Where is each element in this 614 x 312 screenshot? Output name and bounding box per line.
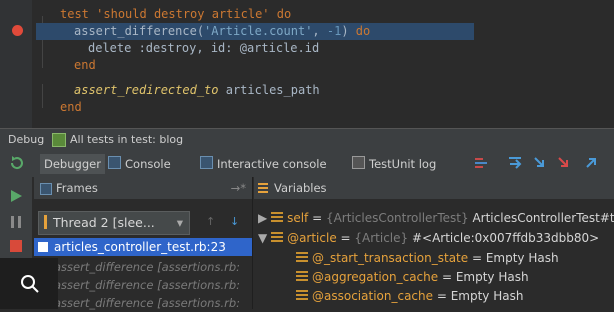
chevron-down-icon[interactable]: ▾ [177, 212, 183, 234]
variables-header: Variables [254, 177, 614, 199]
frame-row[interactable]: assert_difference [assertions.rb: [54, 294, 240, 312]
code-paren: ) [341, 24, 349, 38]
field-icon [296, 252, 308, 263]
run-config-name[interactable]: All tests in test: blog [70, 133, 183, 146]
variable-row-article[interactable]: ▼ @article = {Article} #<Article:0x007ff… [258, 229, 599, 247]
tab-debugger[interactable]: Debugger [40, 154, 105, 174]
show-execution-point-icon[interactable] [474, 156, 488, 170]
field-icon [296, 290, 308, 301]
variable-value: ArticlesControllerTest#te [468, 211, 614, 225]
variable-equals: = [433, 289, 451, 303]
debug-title-bar: Debug All tests in test: blog [0, 128, 614, 151]
tab-testunit-log-label: TestUnit log [369, 157, 437, 171]
variable-type: {ArticlesControllerTest} [325, 211, 469, 225]
code-line-3: delete :destroy, id: @article.id [88, 41, 320, 55]
stop-icon[interactable] [9, 239, 23, 253]
variables-panel: Variables ▶ self = {ArticlesControllerTe… [254, 177, 614, 309]
code-string: 'should destroy article' [96, 7, 270, 21]
variable-value: Empty Hash [450, 289, 524, 303]
variable-name: @_start_transaction_state [312, 251, 469, 265]
variable-row-child[interactable]: @_start_transaction_state = Empty Hash [296, 249, 559, 267]
field-icon [296, 271, 308, 282]
code-arg: articles_path [218, 83, 320, 97]
arrow-up-icon[interactable]: ↑ [206, 215, 215, 228]
code-keyword: do [355, 24, 371, 38]
search-icon [21, 275, 39, 293]
code-line-2-highlighted: assert_difference('Article.count', -1) d… [36, 23, 474, 40]
code-string: 'Article.count' [204, 24, 313, 38]
tab-console[interactable]: Console [104, 154, 175, 174]
variable-icon [271, 212, 284, 223]
code-line-6: end [60, 100, 82, 114]
step-into-icon[interactable] [532, 156, 546, 170]
variable-icon [271, 232, 284, 243]
code-number: -1 [326, 24, 342, 38]
code-line-1: test 'should destroy article' do [60, 6, 291, 23]
variable-row-self[interactable]: ▶ self = {ArticlesControllerTest} Articl… [258, 209, 614, 227]
variable-row-child[interactable]: @aggregation_cache = Empty Hash [296, 268, 529, 286]
collapse-arrow-icon[interactable]: ▼ [258, 231, 267, 245]
code-editor[interactable]: test 'should destroy article' do assert_… [0, 0, 614, 128]
tab-console-label: Console [125, 157, 171, 171]
arrow-down-icon[interactable]: ↓ [230, 215, 239, 228]
editor-gutter[interactable] [0, 0, 32, 128]
thread-selector-value: Thread 2 [slee... [53, 215, 155, 230]
log-icon [352, 156, 365, 169]
variables-icon [258, 183, 268, 193]
frame-row[interactable]: assert_difference [assertions.rb: [54, 276, 240, 294]
thread-selector[interactable]: Thread 2 [slee... ▾ [38, 211, 190, 235]
console-icon [108, 156, 121, 169]
console-icon [200, 156, 213, 169]
code-line-4: end [74, 58, 96, 72]
variable-name: @aggregation_cache [312, 270, 439, 284]
step-out-icon[interactable] [584, 156, 598, 170]
frames-icon [40, 183, 52, 195]
tab-interactive-console-label: Interactive console [217, 157, 327, 171]
debug-label: Debug [8, 133, 45, 146]
variable-type: {Article} [354, 231, 409, 245]
thread-icon [44, 215, 47, 229]
variables-header-label: Variables [274, 181, 327, 195]
frames-header-label: Frames [56, 181, 98, 195]
variable-name: @association_cache [312, 289, 434, 303]
rerun-icon[interactable] [10, 156, 24, 170]
step-over-icon[interactable] [508, 156, 522, 170]
frames-panel: Frames →* Thread 2 [slee... ▾ ↑ ↓ articl… [34, 177, 253, 312]
frame-label: articles_controller_test.rb:23 [54, 240, 226, 254]
variable-row-child[interactable]: @association_cache = Empty Hash [296, 287, 523, 305]
tab-interactive-console[interactable]: Interactive console [196, 154, 331, 174]
force-step-into-icon[interactable] [556, 156, 570, 170]
code-keyword: test [60, 7, 89, 21]
variable-equals: = [438, 270, 456, 284]
variable-value: Empty Hash [455, 270, 529, 284]
variable-value: Empty Hash [485, 251, 559, 265]
test-config-icon [52, 133, 66, 147]
frame-icon [38, 242, 48, 252]
expand-arrow-icon[interactable]: ▶ [258, 211, 267, 225]
breakpoint-icon[interactable] [12, 25, 23, 36]
code-function: assert_redirected_to [74, 83, 219, 97]
search-button[interactable] [0, 258, 58, 309]
debugger-toolbar: Debugger Console Interactive console Tes… [0, 151, 614, 178]
variable-value: #<Article:0x007ffdb33dbb80> [408, 231, 600, 245]
variable-equals: = [308, 211, 326, 225]
code-separator: , [312, 24, 327, 38]
variable-equals: = [468, 251, 486, 265]
variable-name: @article [287, 231, 337, 245]
code-function: assert_difference( [74, 24, 205, 38]
code-line-5: assert_redirected_to articles_path [74, 82, 320, 99]
frame-row-selected[interactable]: articles_controller_test.rb:23 [34, 238, 252, 256]
pause-icon[interactable] [9, 215, 23, 229]
panel-pin-icon[interactable]: →* [231, 177, 246, 199]
frames-header: Frames →* [34, 177, 252, 199]
tab-testunit-log[interactable]: TestUnit log [348, 154, 440, 174]
frame-row[interactable]: assert_difference [assertions.rb: [54, 258, 240, 276]
variable-equals: = [336, 231, 355, 245]
variable-name: self [287, 211, 309, 225]
code-keyword: do [276, 7, 292, 21]
indent-guide [42, 84, 43, 108]
resume-icon[interactable] [9, 189, 23, 203]
